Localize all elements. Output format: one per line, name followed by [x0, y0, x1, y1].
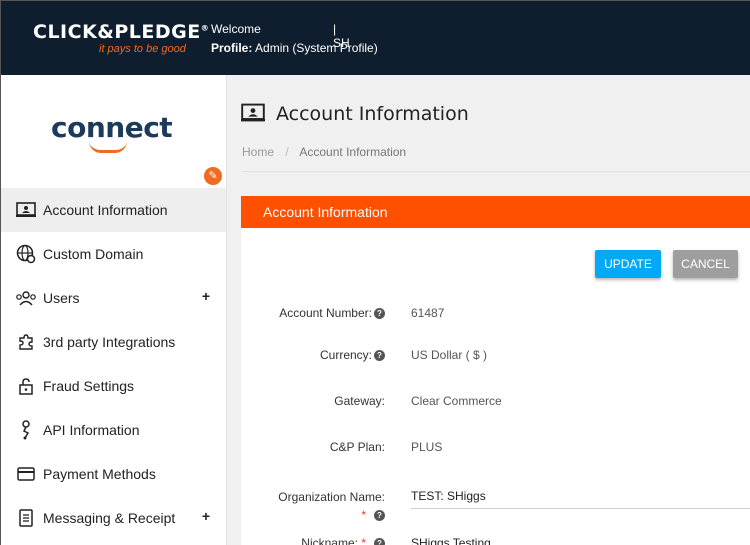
- receipt-icon: [15, 509, 37, 527]
- connect-logo[interactable]: connect: [51, 111, 173, 144]
- breadcrumb: Home / Account Information: [242, 145, 406, 159]
- brand-text: CLICK&PLEDGE: [33, 21, 201, 43]
- organization-name-markers: *?: [361, 508, 385, 522]
- panel-header: Account Information: [241, 196, 750, 228]
- sidebar-item-users[interactable]: Users +: [1, 276, 226, 320]
- sidebar-item-3rd-party-integrations[interactable]: 3rd party Integrations: [1, 320, 226, 364]
- sidebar-item-label: 3rd party Integrations: [43, 334, 176, 350]
- account-number-value: 61487: [411, 306, 445, 320]
- puzzle-icon: [15, 333, 37, 351]
- sidebar-item-label: Messaging & Receipt: [43, 510, 176, 526]
- organization-name-label: Organization Name:: [278, 490, 385, 504]
- sidebar-item-fraud-settings[interactable]: Fraud Settings: [1, 364, 226, 408]
- sidebar-item-label: Users: [43, 290, 80, 306]
- cancel-button[interactable]: CANCEL: [673, 250, 738, 278]
- account-card-icon: [15, 201, 37, 219]
- profile-value: Admin (System Profile): [255, 41, 378, 55]
- breadcrumb-separator: /: [285, 145, 289, 159]
- breadcrumb-current: Account Information: [299, 145, 407, 159]
- sidebar-item-account-information[interactable]: Account Information: [1, 188, 226, 232]
- expand-plus-icon[interactable]: +: [202, 288, 210, 304]
- currency-label: Currency:?: [320, 348, 385, 362]
- sidebar-item-label: Custom Domain: [43, 246, 144, 262]
- globe-gear-icon: [15, 244, 37, 264]
- sidebar-item-api-information[interactable]: API Information: [1, 408, 226, 452]
- field-label-text: Nickname:: [301, 536, 358, 545]
- main-content: Account Information Home / Account Infor…: [227, 75, 750, 545]
- required-asterisk: *: [361, 508, 366, 522]
- help-icon[interactable]: ?: [374, 308, 385, 320]
- edit-icon[interactable]: ✎: [204, 167, 222, 185]
- expand-plus-icon[interactable]: +: [202, 508, 210, 524]
- account-card-icon: [241, 103, 265, 128]
- api-icon: [15, 420, 37, 440]
- sidebar-item-label: API Information: [43, 422, 140, 438]
- sidebar-item-label: Account Information: [43, 202, 168, 218]
- profile-label: Profile:: [211, 41, 253, 55]
- field-label-text: Account Number:: [279, 306, 372, 320]
- brand-tagline: it pays to be good: [99, 43, 186, 55]
- help-icon[interactable]: ?: [374, 510, 385, 522]
- clickandpledge-logo[interactable]: CLICK&PLEDGE®: [33, 21, 209, 43]
- sidebar-item-payment-methods[interactable]: Payment Methods: [1, 452, 226, 496]
- welcome-text: Welcome | SH: [211, 22, 350, 50]
- sidebar: connect ✎ Account Information Custom Dom…: [1, 75, 227, 545]
- breadcrumb-home[interactable]: Home: [242, 145, 274, 159]
- field-label-text: Currency:: [319, 348, 372, 362]
- organization-name-underline: [411, 508, 750, 509]
- gateway-value: Clear Commerce: [411, 394, 502, 408]
- required-asterisk: *: [361, 536, 366, 545]
- update-button[interactable]: UPDATE: [595, 250, 661, 278]
- welcome-label: Welcome: [211, 22, 261, 36]
- profile-text: Profile: Admin (System Profile): [211, 41, 378, 55]
- cp-plan-value: PLUS: [411, 440, 443, 454]
- account-information-panel: Account Information UPDATE CANCEL Accoun…: [241, 196, 750, 545]
- account-number-label: Account Number:?: [279, 306, 385, 320]
- help-icon[interactable]: ?: [374, 350, 385, 362]
- connect-logo-smile: [89, 141, 127, 153]
- sidebar-item-custom-domain[interactable]: Custom Domain: [1, 232, 226, 276]
- page-title: Account Information: [276, 103, 469, 125]
- gateway-label: Gateway:: [334, 394, 385, 408]
- sidebar-item-messaging-receipt[interactable]: Messaging & Receipt +: [1, 496, 226, 540]
- currency-value: US Dollar ( $ ): [411, 348, 488, 362]
- help-icon[interactable]: ?: [374, 538, 385, 545]
- nickname-input[interactable]: SHiggs Testing: [411, 536, 491, 545]
- divider: [242, 171, 750, 172]
- lock-icon: [15, 377, 37, 395]
- cp-plan-label: C&P Plan:: [329, 440, 385, 454]
- organization-name-input[interactable]: TEST: SHiggs: [411, 489, 486, 503]
- sidebar-item-label: Payment Methods: [43, 466, 156, 482]
- nickname-label: Nickname: *?: [301, 536, 385, 545]
- credit-card-icon: [15, 465, 37, 483]
- top-header: CLICK&PLEDGE® it pays to be good Welcome…: [1, 1, 750, 75]
- users-icon: [15, 289, 37, 307]
- sidebar-item-label: Fraud Settings: [43, 378, 135, 394]
